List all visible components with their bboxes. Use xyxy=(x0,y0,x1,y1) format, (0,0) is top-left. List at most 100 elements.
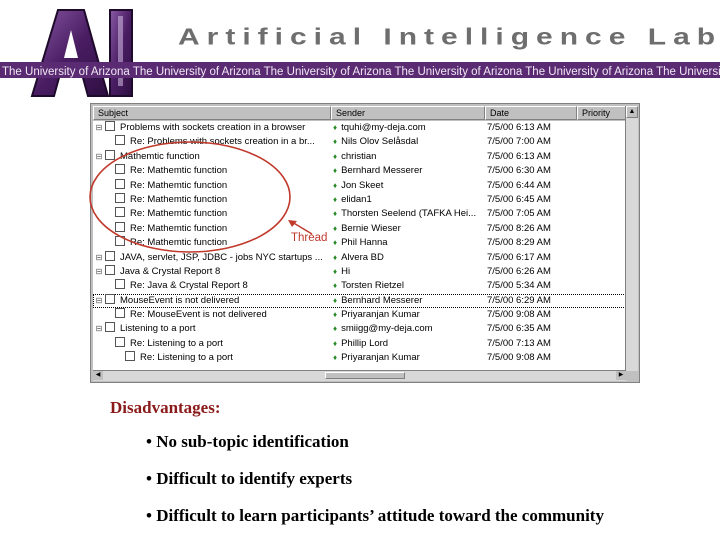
message-row[interactable]: Re: Mathemtic function ♦ elidan1 7/5/00 6:4… xyxy=(93,192,626,207)
scroll-left-icon[interactable]: ◀ xyxy=(93,371,103,380)
read-status-icon: ♦ xyxy=(333,180,338,190)
message-date: 7/5/00 7:05 AM xyxy=(487,208,551,220)
message-date: 7/5/00 7:13 AM xyxy=(487,337,551,349)
scrollbar-thumb[interactable] xyxy=(325,372,405,379)
message-icon xyxy=(115,279,125,290)
message-date: 7/5/00 8:26 AM xyxy=(487,222,551,234)
message-row[interactable]: Re: Problems with sockets creation in a … xyxy=(93,135,626,149)
message-subject-cell: Re: Mathemtic function xyxy=(93,207,343,221)
message-subject-cell: Re: Problems with sockets creation in a … xyxy=(93,135,343,149)
message-subject-cell: ⊟ Mathemtic function xyxy=(93,149,333,164)
column-header-subject[interactable]: Subject xyxy=(93,106,331,120)
message-row[interactable]: ⊟ Mathemtic function ♦ christian 7/5/00 6:13… xyxy=(93,149,626,164)
message-subject: Re: MouseEvent is not delivered xyxy=(130,309,267,321)
thread-collapse-icon[interactable]: ⊟ xyxy=(95,251,103,265)
horizontal-scrollbar[interactable]: ◀ ▶ xyxy=(93,370,626,381)
message-sender-cell: ♦ Thorsten Seelend (TAFKA Hei... xyxy=(333,207,483,221)
message-subject-cell: Re: Mathemtic function xyxy=(93,192,343,207)
column-header-priority[interactable]: Priority xyxy=(577,106,626,120)
message-date: 7/5/00 6:30 AM xyxy=(487,165,551,177)
read-status-icon: ♦ xyxy=(333,295,338,305)
message-date: 7/5/00 6:44 AM xyxy=(487,179,551,191)
message-icon xyxy=(115,221,125,232)
column-header-sender[interactable]: Sender xyxy=(331,106,485,120)
thread-collapse-icon[interactable]: ⊟ xyxy=(95,121,103,135)
message-row[interactable]: Re: Mathemtic function ♦ Bernhard Messerer… xyxy=(93,164,626,178)
message-subject-cell: Re: Listening to a port xyxy=(93,336,343,351)
message-subject: Re: Mathemtic function xyxy=(130,179,228,191)
message-sender: Jon Skeet xyxy=(341,179,384,191)
message-row[interactable]: ⊟ Listening to a port ♦ smiigg@my-deja.com 7… xyxy=(93,322,626,336)
message-icon xyxy=(115,236,125,247)
message-sender-cell: ♦ Bernhard Messerer xyxy=(333,294,483,308)
message-subject-cell: Re: Mathemtic function xyxy=(93,178,343,193)
message-row[interactable]: Re: Mathemtic function ♦ Phil Hanna 7/5/00 … xyxy=(93,236,626,250)
read-status-icon: ♦ xyxy=(333,281,338,291)
message-sender: elidan1 xyxy=(341,193,372,205)
message-sender-cell: ♦ Priyaranjan Kumar xyxy=(333,308,483,322)
message-row[interactable]: Re: Mathemtic function ♦ Thorsten Seelend … xyxy=(93,207,626,221)
message-sender: Priyaranjan Kumar xyxy=(341,309,420,321)
message-sender: Nils Olov Selåsdal xyxy=(341,136,419,148)
message-date: 7/5/00 6:13 AM xyxy=(487,150,551,162)
column-header-row: Subject Sender Date Priority xyxy=(93,106,626,120)
message-row[interactable]: Re: Java & Crystal Report 8 ♦ Torsten Riet… xyxy=(93,279,626,293)
message-date: 7/5/00 6:45 AM xyxy=(487,193,551,205)
message-list[interactable]: ⊟ Problems with sockets creation in a bro… xyxy=(93,121,626,371)
message-row[interactable]: Re: Mathemtic function ♦ Jon Skeet 7/5/00 6… xyxy=(93,178,626,193)
thread-collapse-icon[interactable]: ⊟ xyxy=(95,150,103,164)
message-icon xyxy=(115,336,125,347)
read-status-icon: ♦ xyxy=(333,310,338,320)
thread-label: Thread xyxy=(291,232,328,244)
message-date: 7/5/00 6:13 AM xyxy=(487,122,551,133)
disadvantage-item-1: • No sub-topic identification xyxy=(146,432,349,451)
message-sender-cell: ♦ elidan1 xyxy=(333,193,483,207)
message-subject: JAVA, servlet, JSP, JDBC - jobs NYC star… xyxy=(120,251,323,263)
message-subject-cell: ⊟ JAVA, servlet, JSP, JDBC - jobs NYC sta… xyxy=(93,250,333,265)
message-sender-cell: ♦ Nils Olov Selåsdal xyxy=(333,135,483,149)
message-subject-cell: Re: Listening to a port xyxy=(93,351,353,365)
newsgroup-reader-window: Subject Sender Date Priority ⊟ Problems w… xyxy=(90,103,640,383)
read-status-icon: ♦ xyxy=(333,353,338,363)
message-subject-cell: ⊟ Listening to a port xyxy=(93,322,333,336)
message-icon xyxy=(105,250,115,261)
column-header-date[interactable]: Date xyxy=(485,106,577,120)
university-strip-text: The University of Arizona The University… xyxy=(2,66,720,78)
thread-collapse-icon[interactable]: ⊟ xyxy=(95,294,103,308)
message-subject: Re: Mathemtic function xyxy=(130,193,228,205)
disadvantage-item-2: • Difficult to identify experts xyxy=(146,469,353,488)
message-sender-cell: ♦ Phillip Lord xyxy=(333,337,483,351)
disadvantages-heading: Disadvantages: xyxy=(110,398,221,417)
message-subject: Mathemtic function xyxy=(120,150,200,162)
message-row[interactable]: ⊟ Java & Crystal Report 8 ♦ Hi 7/5/00 6:26 A… xyxy=(93,264,626,279)
message-subject: MouseEvent is not delivered xyxy=(120,294,240,306)
message-icon xyxy=(115,164,125,175)
message-subject-cell: ⊟ Problems with sockets creation in a bro… xyxy=(93,121,333,135)
message-row[interactable]: Re: Listening to a port ♦ Priyaranjan Kuma… xyxy=(93,351,626,365)
scroll-right-icon[interactable]: ▶ xyxy=(616,371,626,380)
read-status-icon: ♦ xyxy=(333,137,338,147)
message-row[interactable]: Re: Listening to a port ♦ Phillip Lord 7/5/… xyxy=(93,336,626,351)
message-row[interactable]: Re: Mathemtic function ♦ Bernie Wieser 7/5/… xyxy=(93,221,626,236)
message-sender-cell: ♦ Priyaranjan Kumar xyxy=(333,351,483,365)
message-subject: Re: Mathemtic function xyxy=(130,165,228,177)
message-sender-cell: ♦ Phil Hanna xyxy=(333,236,483,250)
thread-collapse-icon[interactable]: ⊟ xyxy=(95,265,103,279)
message-row[interactable]: ⊟ MouseEvent is not delivered ♦ Bernhard Me… xyxy=(93,293,626,309)
message-sender: Hi xyxy=(341,265,351,277)
thread-collapse-icon[interactable]: ⊟ xyxy=(95,322,103,336)
lab-title: Artificial Intelligence Lab xyxy=(178,24,720,50)
message-row[interactable]: Re: MouseEvent is not delivered ♦ Priyaran… xyxy=(93,308,626,322)
message-date: 7/5/00 6:17 AM xyxy=(487,251,551,263)
message-row[interactable]: ⊟ JAVA, servlet, JSP, JDBC - jobs NYC sta… xyxy=(93,250,626,265)
read-status-icon: ♦ xyxy=(333,209,338,219)
message-sender: smiigg@my-deja.com xyxy=(341,323,433,335)
ai-lab-logo xyxy=(30,9,133,97)
message-icon xyxy=(115,192,125,203)
scroll-up-icon[interactable]: ▲ xyxy=(626,106,638,118)
read-status-icon: ♦ xyxy=(333,266,338,276)
vertical-scrollbar[interactable]: ▲ xyxy=(625,106,638,371)
message-row[interactable]: ⊟ Problems with sockets creation in a bro… xyxy=(93,121,626,135)
read-status-icon: ♦ xyxy=(333,223,338,233)
message-subject-cell: Re: MouseEvent is not delivered xyxy=(93,308,343,322)
